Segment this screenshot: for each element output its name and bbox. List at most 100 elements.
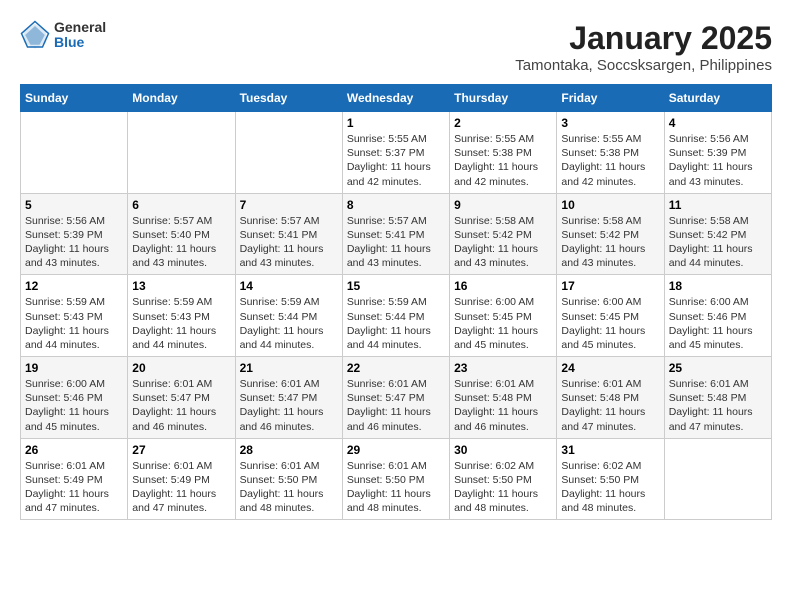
day-header-saturday: Saturday (664, 85, 771, 112)
calendar-cell: 11 Sunrise: 5:58 AMSunset: 5:42 PMDayligh… (664, 193, 771, 275)
day-number: 17 (561, 279, 659, 293)
calendar-cell: 18Sunrise: 6:00 AMSunset: 5:46 PMDayligh… (664, 275, 771, 357)
day-info: Sunrise: 6:00 AMSunset: 5:46 PMDaylight:… (25, 377, 123, 434)
day-number: 20 (132, 361, 230, 375)
calendar-cell: 3Sunrise: 5:55 AMSunset: 5:38 PMDaylight… (557, 112, 664, 194)
calendar-cell: 29Sunrise: 6:01 AMSunset: 5:50 PMDayligh… (342, 438, 449, 520)
day-number: 6 (132, 198, 230, 212)
day-info: Sunrise: 6:00 AMSunset: 5:45 PMDaylight:… (561, 295, 659, 352)
day-info: Sunrise: 5:58 AMSunset: 5:42 PMDaylight:… (669, 214, 767, 271)
day-info: Sunrise: 5:57 AMSunset: 5:41 PMDaylight:… (240, 214, 338, 271)
day-header-tuesday: Tuesday (235, 85, 342, 112)
logo: General Blue (20, 20, 106, 51)
calendar-cell: 9 Sunrise: 5:58 AMSunset: 5:42 PMDaylight… (450, 193, 557, 275)
calendar-cell: 14 Sunrise: 5:59 AMSunset: 5:44 PMDayligh… (235, 275, 342, 357)
day-info: Sunrise: 6:01 AMSunset: 5:49 PMDaylight:… (25, 459, 123, 516)
day-number: 22 (347, 361, 445, 375)
day-number: 9 (454, 198, 552, 212)
day-number: 29 (347, 443, 445, 457)
calendar-cell (128, 112, 235, 194)
calendar-cell: 30 Sunrise: 6:02 AMSunset: 5:50 PMDayligh… (450, 438, 557, 520)
day-number: 26 (25, 443, 123, 457)
day-header-friday: Friday (557, 85, 664, 112)
day-number: 7 (240, 198, 338, 212)
day-number: 19 (25, 361, 123, 375)
logo-blue: Blue (54, 35, 106, 50)
day-info: Sunrise: 6:01 AMSunset: 5:48 PMDaylight:… (561, 377, 659, 434)
calendar-week-3: 12 Sunrise: 5:59 AMSunset: 5:43 PMDayligh… (21, 275, 772, 357)
day-number: 24 (561, 361, 659, 375)
day-number: 23 (454, 361, 552, 375)
calendar-cell: 6 Sunrise: 5:57 AMSunset: 5:40 PMDaylight… (128, 193, 235, 275)
day-number: 28 (240, 443, 338, 457)
day-info: Sunrise: 5:55 AMSunset: 5:37 PMDaylight:… (347, 132, 445, 189)
calendar-cell: 8 Sunrise: 5:57 AMSunset: 5:41 PMDaylight… (342, 193, 449, 275)
day-info: Sunrise: 5:58 AMSunset: 5:42 PMDaylight:… (561, 214, 659, 271)
logo-general: General (54, 20, 106, 35)
day-number: 11 (669, 198, 767, 212)
day-number: 1 (347, 116, 445, 130)
day-number: 25 (669, 361, 767, 375)
day-info: Sunrise: 6:01 AMSunset: 5:50 PMDaylight:… (240, 459, 338, 516)
day-header-sunday: Sunday (21, 85, 128, 112)
calendar-cell: 17 Sunrise: 6:00 AMSunset: 5:45 PMDayligh… (557, 275, 664, 357)
day-number: 2 (454, 116, 552, 130)
calendar-cell: 27Sunrise: 6:01 AMSunset: 5:49 PMDayligh… (128, 438, 235, 520)
day-number: 15 (347, 279, 445, 293)
day-info: Sunrise: 5:57 AMSunset: 5:41 PMDaylight:… (347, 214, 445, 271)
calendar-week-4: 19 Sunrise: 6:00 AMSunset: 5:46 PMDayligh… (21, 357, 772, 439)
day-info: Sunrise: 5:58 AMSunset: 5:42 PMDaylight:… (454, 214, 552, 271)
day-number: 30 (454, 443, 552, 457)
calendar-cell: 12 Sunrise: 5:59 AMSunset: 5:43 PMDayligh… (21, 275, 128, 357)
day-number: 18 (669, 279, 767, 293)
day-info: Sunrise: 6:02 AMSunset: 5:50 PMDaylight:… (561, 459, 659, 516)
logo-text: General Blue (54, 20, 106, 51)
day-info: Sunrise: 5:59 AMSunset: 5:44 PMDaylight:… (240, 295, 338, 352)
calendar-cell: 1 Sunrise: 5:55 AMSunset: 5:37 PMDaylight… (342, 112, 449, 194)
calendar-cell: 21Sunrise: 6:01 AMSunset: 5:47 PMDayligh… (235, 357, 342, 439)
day-number: 4 (669, 116, 767, 130)
calendar-table: SundayMondayTuesdayWednesdayThursdayFrid… (20, 84, 772, 520)
day-info: Sunrise: 6:01 AMSunset: 5:47 PMDaylight:… (347, 377, 445, 434)
calendar-week-2: 5 Sunrise: 5:56 AMSunset: 5:39 PMDaylight… (21, 193, 772, 275)
calendar-week-5: 26 Sunrise: 6:01 AMSunset: 5:49 PMDayligh… (21, 438, 772, 520)
calendar-cell: 15Sunrise: 5:59 AMSunset: 5:44 PMDayligh… (342, 275, 449, 357)
day-header-monday: Monday (128, 85, 235, 112)
day-number: 8 (347, 198, 445, 212)
day-info: Sunrise: 5:57 AMSunset: 5:40 PMDaylight:… (132, 214, 230, 271)
day-info: Sunrise: 6:00 AMSunset: 5:45 PMDaylight:… (454, 295, 552, 352)
page-header: General Blue January 2025 Tamontaka, Soc… (20, 20, 772, 74)
day-info: Sunrise: 6:01 AMSunset: 5:47 PMDaylight:… (132, 377, 230, 434)
calendar-cell: 24 Sunrise: 6:01 AMSunset: 5:48 PMDayligh… (557, 357, 664, 439)
logo-icon (20, 20, 50, 50)
day-info: Sunrise: 6:02 AMSunset: 5:50 PMDaylight:… (454, 459, 552, 516)
day-info: Sunrise: 5:56 AMSunset: 5:39 PMDaylight:… (25, 214, 123, 271)
day-number: 13 (132, 279, 230, 293)
calendar-cell: 23Sunrise: 6:01 AMSunset: 5:48 PMDayligh… (450, 357, 557, 439)
day-info: Sunrise: 5:59 AMSunset: 5:43 PMDaylight:… (25, 295, 123, 352)
day-number: 5 (25, 198, 123, 212)
calendar-cell: 22 Sunrise: 6:01 AMSunset: 5:47 PMDayligh… (342, 357, 449, 439)
calendar-cell (235, 112, 342, 194)
day-info: Sunrise: 6:01 AMSunset: 5:48 PMDaylight:… (669, 377, 767, 434)
calendar-cell: 13 Sunrise: 5:59 AMSunset: 5:43 PMDayligh… (128, 275, 235, 357)
day-number: 12 (25, 279, 123, 293)
day-header-thursday: Thursday (450, 85, 557, 112)
calendar-cell (21, 112, 128, 194)
calendar-week-1: 1 Sunrise: 5:55 AMSunset: 5:37 PMDaylight… (21, 112, 772, 194)
calendar-title: January 2025 (515, 20, 772, 57)
calendar-cell: 16Sunrise: 6:00 AMSunset: 5:45 PMDayligh… (450, 275, 557, 357)
calendar-cell: 26 Sunrise: 6:01 AMSunset: 5:49 PMDayligh… (21, 438, 128, 520)
calendar-cell: 19 Sunrise: 6:00 AMSunset: 5:46 PMDayligh… (21, 357, 128, 439)
day-number: 10 (561, 198, 659, 212)
day-number: 14 (240, 279, 338, 293)
calendar-cell: 20 Sunrise: 6:01 AMSunset: 5:47 PMDayligh… (128, 357, 235, 439)
day-number: 3 (561, 116, 659, 130)
calendar-header-row: SundayMondayTuesdayWednesdayThursdayFrid… (21, 85, 772, 112)
day-info: Sunrise: 5:59 AMSunset: 5:43 PMDaylight:… (132, 295, 230, 352)
day-info: Sunrise: 6:01 AMSunset: 5:49 PMDaylight:… (132, 459, 230, 516)
calendar-cell: 5 Sunrise: 5:56 AMSunset: 5:39 PMDaylight… (21, 193, 128, 275)
calendar-cell: 4Sunrise: 5:56 AMSunset: 5:39 PMDaylight… (664, 112, 771, 194)
calendar-subtitle: Tamontaka, Soccsksargen, Philippines (515, 57, 772, 74)
calendar-cell (664, 438, 771, 520)
